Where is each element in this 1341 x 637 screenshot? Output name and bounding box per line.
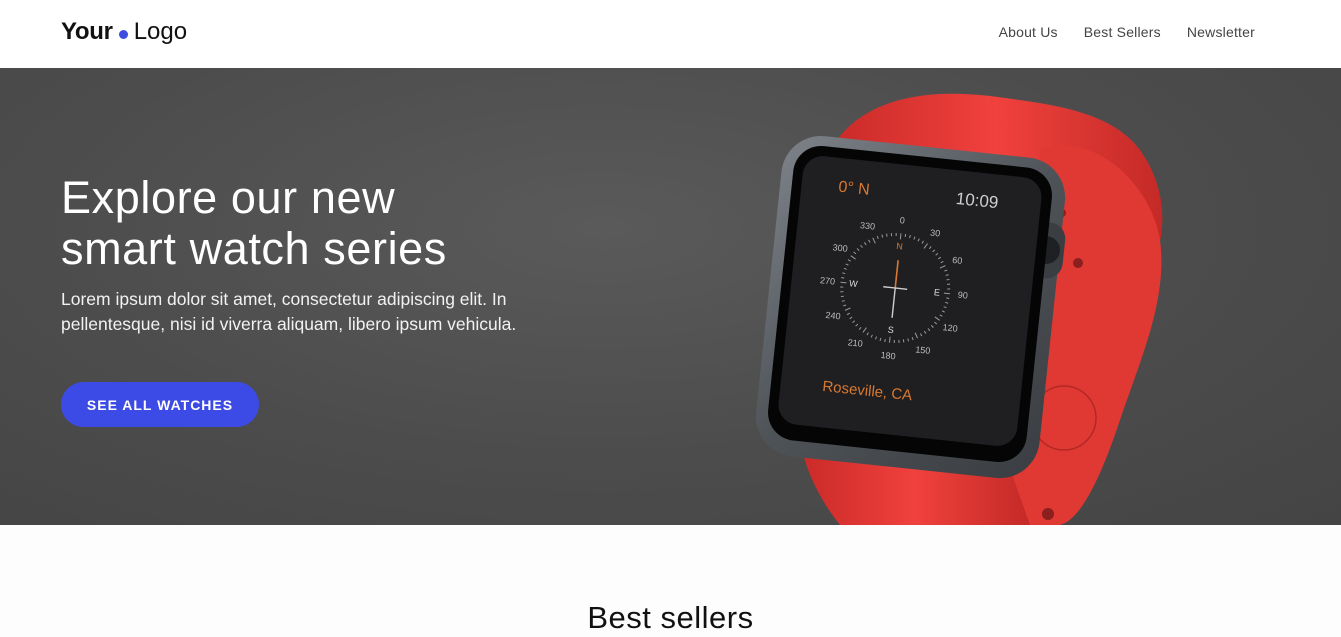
dial-tick — [884, 338, 886, 343]
nav-link-newsletter[interactable]: Newsletter — [1187, 24, 1255, 40]
dial-tick — [890, 233, 893, 237]
dial-tick — [886, 233, 888, 237]
logo[interactable]: Your Logo — [61, 17, 187, 47]
dial-tick — [840, 295, 844, 298]
see-all-watches-button[interactable]: SEE ALL WATCHES — [61, 382, 259, 427]
dial-tick — [895, 233, 897, 237]
dial-tick — [946, 297, 950, 300]
dial-tick — [840, 286, 844, 288]
dial-number: 150 — [915, 344, 931, 356]
best-sellers-title: Best sellers — [587, 600, 754, 635]
dial-cardinal: E — [933, 287, 940, 298]
hero-banner: Explore our new smart watch series Lorem… — [0, 68, 1341, 525]
dial-number: 300 — [832, 242, 848, 254]
logo-dot-icon — [118, 29, 128, 39]
hero-title-line-2: smart watch series — [61, 223, 447, 274]
dial-tick — [840, 291, 844, 293]
hero-description: Lorem ipsum dolor sit amet, consectetur … — [61, 289, 517, 334]
dial-tick — [947, 288, 951, 290]
dial-tick — [902, 339, 905, 343]
logo-light-text: Logo — [133, 18, 188, 45]
main-nav: About Us Best Sellers Newsletter — [999, 24, 1255, 40]
dial-tick — [946, 278, 950, 281]
dial-cardinal: W — [849, 278, 859, 289]
dial-number: 180 — [880, 350, 896, 362]
dial-number: 0 — [899, 215, 905, 225]
hero-title-line-1: Explore our new — [61, 172, 396, 223]
hero-title: Explore our new smart watch series — [61, 172, 581, 274]
smart-watch-image: 0° N 10:09 03060901201501802102402703003… — [755, 93, 1163, 525]
dial-tick — [904, 233, 907, 238]
band-hole-icon — [1042, 508, 1054, 520]
dial-number: 270 — [820, 275, 836, 287]
dial-number: 210 — [847, 337, 863, 349]
dial-number: 90 — [957, 290, 968, 301]
nav-link-best-sellers[interactable]: Best Sellers — [1084, 24, 1161, 40]
screen-heading: 0° N — [838, 179, 871, 199]
band-hole-icon — [1073, 258, 1083, 268]
dial-number: 330 — [860, 220, 876, 232]
dial-number: 30 — [930, 227, 941, 238]
dial-number: 240 — [825, 310, 841, 322]
dial-cardinal: S — [887, 324, 894, 335]
nav-link-about-us[interactable]: About Us — [999, 24, 1058, 40]
dial-number: 120 — [942, 322, 958, 334]
dial-tick — [943, 292, 950, 295]
dial-tick — [841, 277, 845, 279]
dial-tick — [898, 339, 900, 343]
dial-cardinal: N — [896, 241, 904, 252]
dial-tick — [888, 336, 891, 343]
dial-tick — [840, 281, 847, 284]
site-header: Your Logo About Us Best Sellers Newslett… — [0, 0, 1341, 68]
logo-strong-text: Your — [61, 18, 113, 45]
dial-tick — [947, 283, 951, 285]
dial-tick — [893, 339, 895, 344]
dial-number: 60 — [952, 255, 963, 266]
dial-tick — [899, 233, 902, 240]
